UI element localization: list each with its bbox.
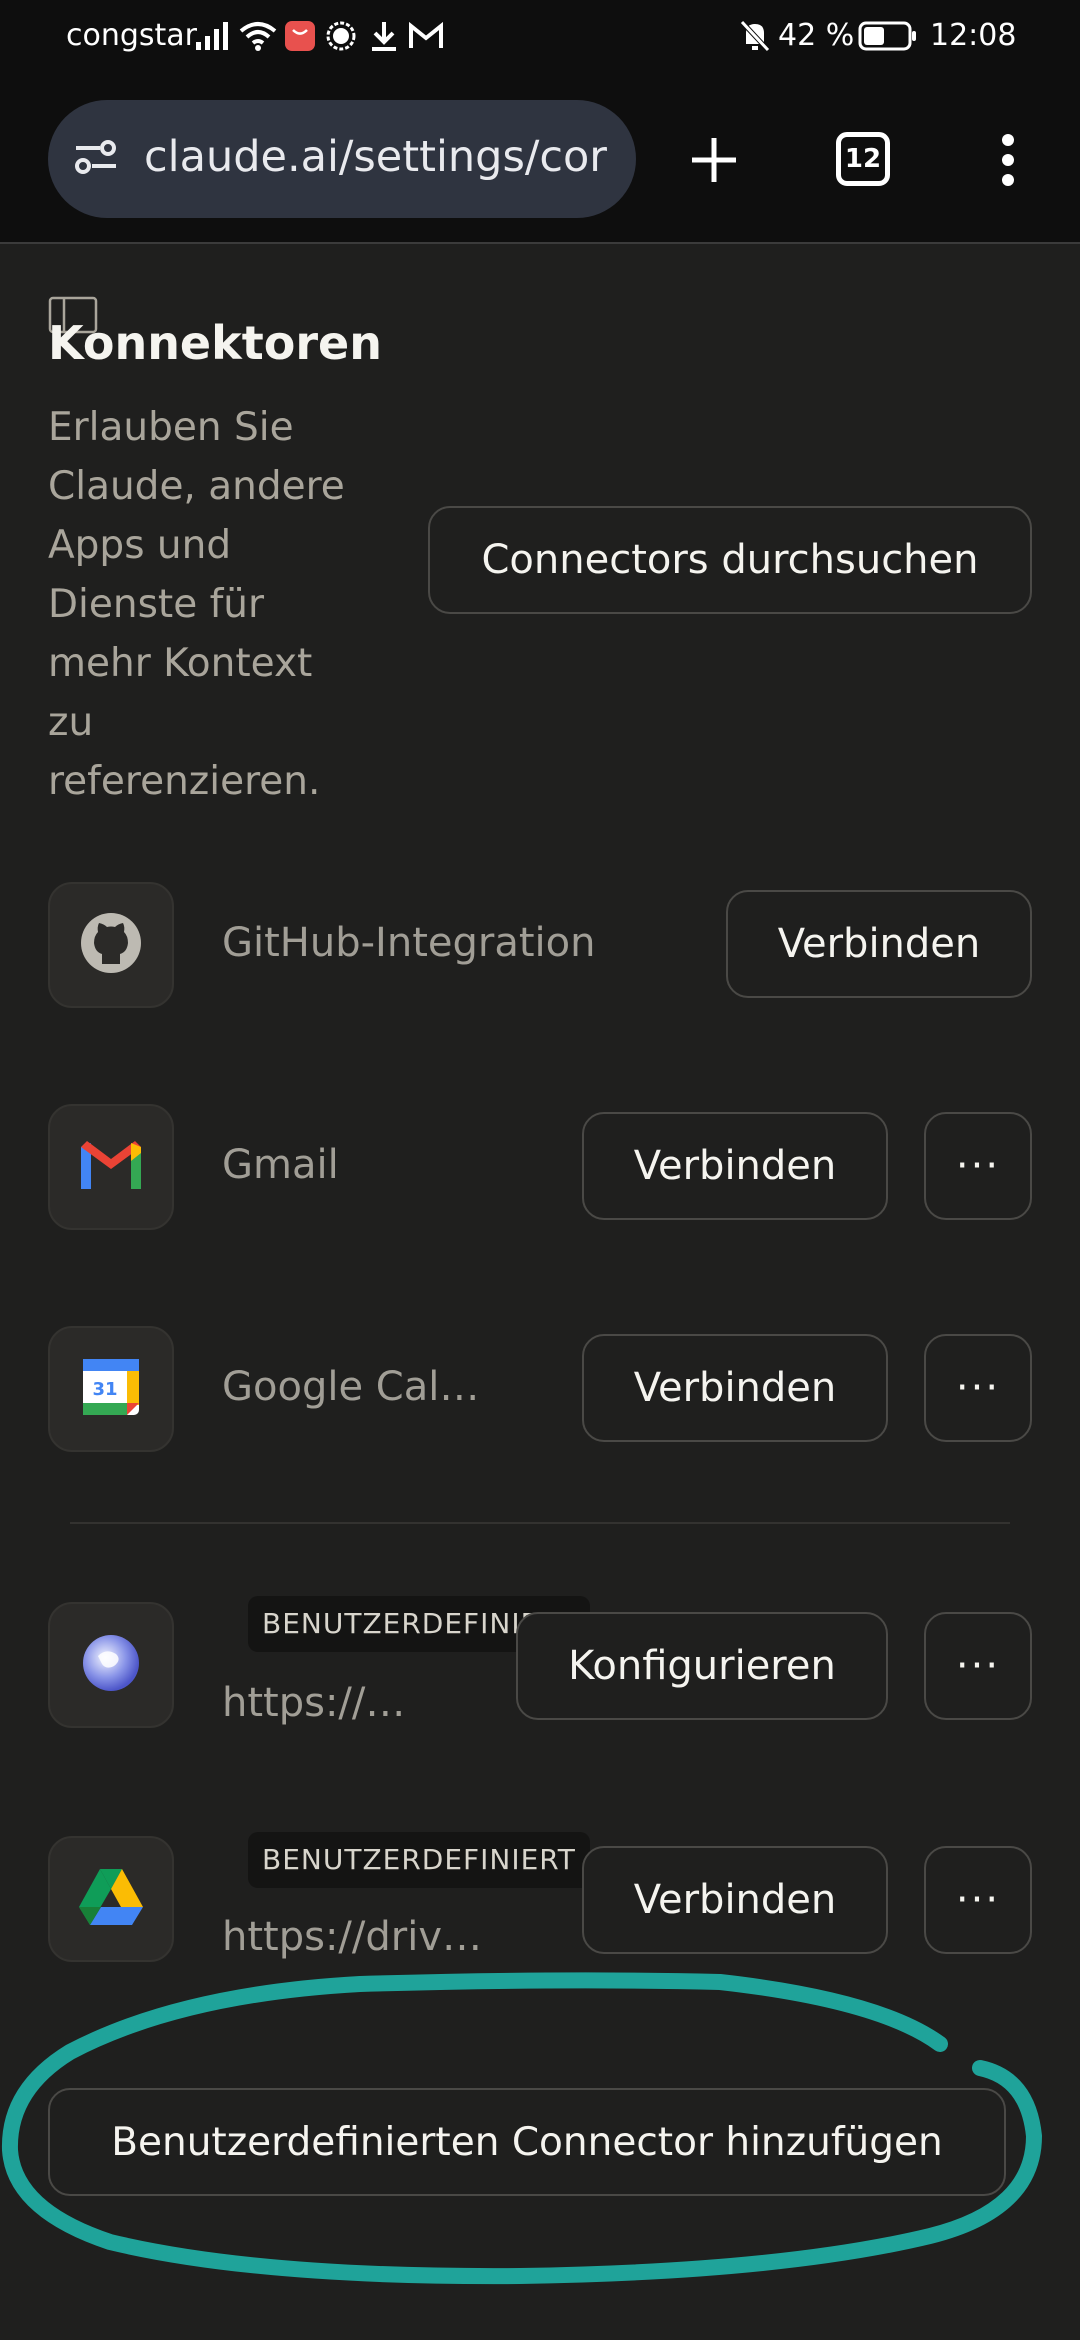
connect-button[interactable]: Verbinden [582, 1334, 888, 1442]
connect-button[interactable]: Verbinden [582, 1112, 888, 1220]
download-icon [368, 16, 400, 56]
connector-url: https://… [222, 1680, 406, 1726]
connector-menu-button[interactable]: ··· [924, 1334, 1032, 1442]
app-gallery-icon [284, 16, 316, 56]
connect-button[interactable]: Verbinden [582, 1846, 888, 1954]
connector-name: Google Cal… [222, 1364, 480, 1410]
connect-button[interactable]: Verbinden [726, 890, 1032, 998]
gmail-status-icon [408, 16, 444, 56]
messenger-icon [324, 16, 358, 56]
connector-icon-box: 31 [48, 1326, 174, 1452]
mute-icon [738, 16, 772, 56]
connector-name: GitHub-Integration [222, 920, 596, 966]
more-options-icon[interactable] [996, 132, 1020, 192]
signal-icon [194, 16, 232, 56]
connector-url: https://driv… [222, 1914, 482, 1960]
battery-icon [858, 16, 918, 56]
wifi-icon [238, 16, 278, 56]
page-title: Konnektoren [48, 316, 382, 370]
annotation-circle [1, 1972, 1042, 2285]
google-calendar-icon: 31 [81, 1357, 141, 1421]
url-text[interactable]: claude.ai/settings/cor [144, 132, 614, 182]
battery-percent: 42 % [778, 18, 855, 53]
connector-icon-box [48, 1836, 174, 1962]
connector-name: Gmail [222, 1142, 339, 1188]
connector-menu-button[interactable]: ··· [924, 1112, 1032, 1220]
google-drive-icon [77, 1867, 145, 1931]
connector-menu-button[interactable]: ··· [924, 1612, 1032, 1720]
section-divider [70, 1522, 1010, 1524]
connector-icon-box [48, 882, 174, 1008]
carrier-label: congstar [66, 18, 198, 53]
globe-icon [78, 1630, 144, 1700]
browse-connectors-button[interactable]: Connectors durchsuchen [428, 506, 1032, 614]
connector-menu-button[interactable]: ··· [924, 1846, 1032, 1954]
section-description: Erlauben Sie Claude, andere Apps und Die… [48, 405, 345, 804]
svg-text:31: 31 [92, 1379, 117, 1400]
custom-badge: BENUTZERDEFINIERT [248, 1832, 590, 1888]
site-settings-icon[interactable] [72, 138, 120, 182]
new-tab-icon[interactable] [688, 134, 740, 190]
github-icon [78, 910, 144, 980]
connector-icon-box [48, 1602, 174, 1728]
gmail-icon [77, 1139, 145, 1195]
configure-button[interactable]: Konfigurieren [516, 1612, 888, 1720]
tab-switcher-button[interactable]: 12 [836, 132, 890, 186]
connector-icon-box [48, 1104, 174, 1230]
clock: 12:08 [930, 18, 1017, 53]
